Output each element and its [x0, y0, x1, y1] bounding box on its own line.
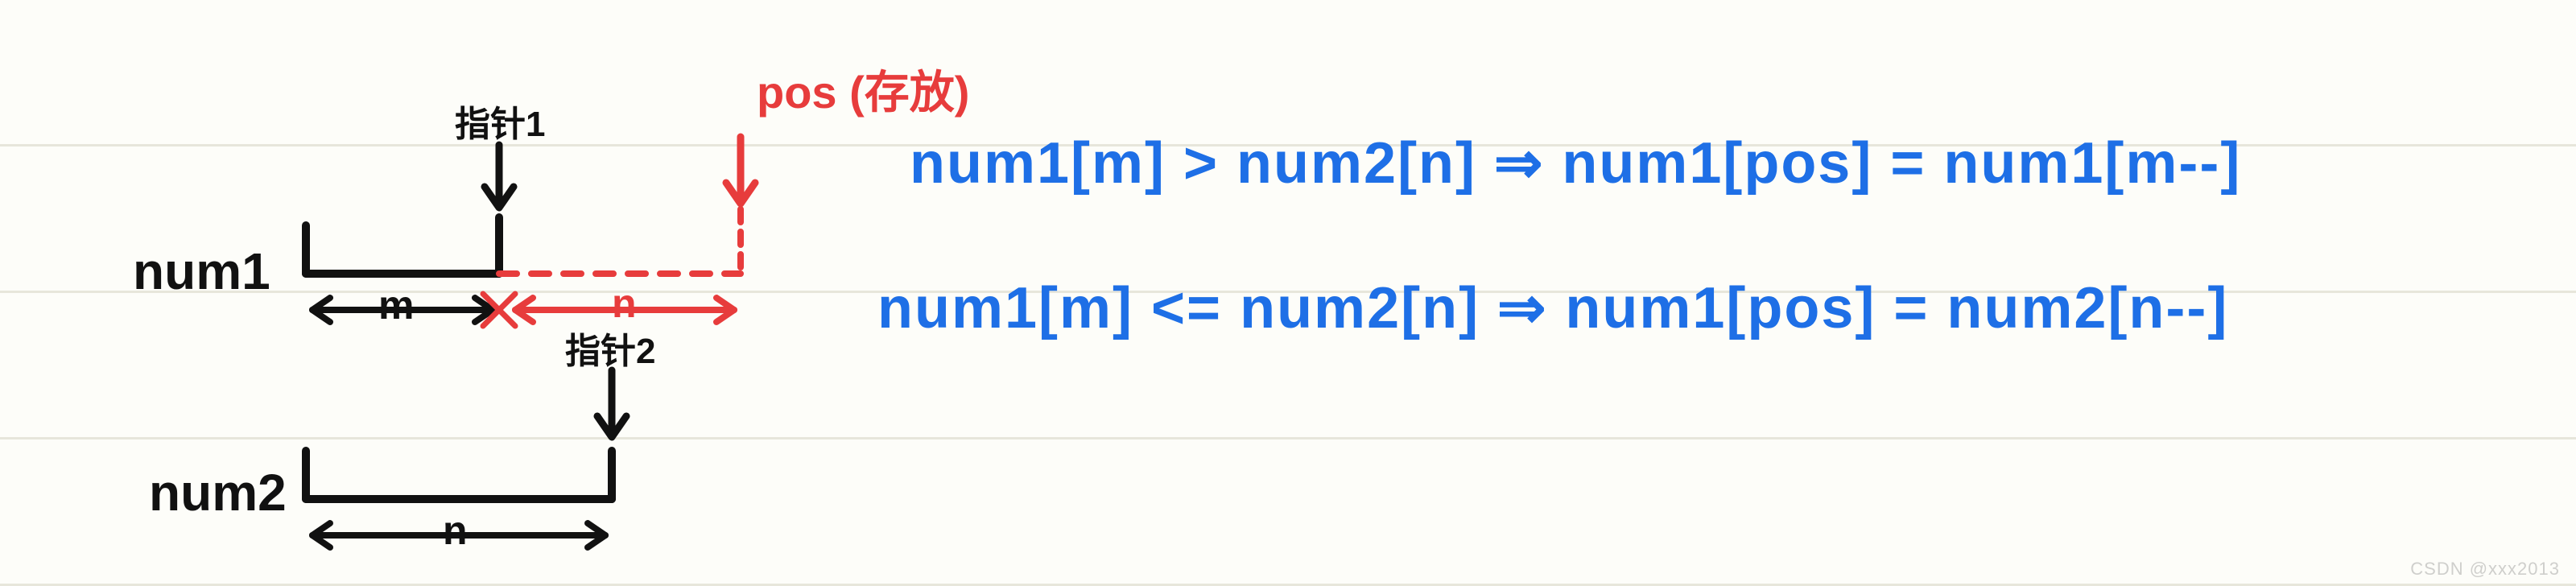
num2-label: num2 [149, 463, 287, 522]
num1-label: num1 [133, 241, 270, 301]
pos-label: pos (存放) [757, 56, 969, 122]
watermark: CSDN @xxx2013 [2410, 559, 2560, 580]
n-label-top: n [612, 280, 637, 327]
formula-2: num1[m] <= num2[n] ⇒ num1[pos] = num2[n-… [877, 274, 2228, 341]
m-label: m [378, 282, 414, 328]
notebook-page: num1 num2 指针1 指针2 pos (存放) m n n num1[m]… [0, 0, 2576, 586]
ptr1-label: 指针1 [455, 95, 545, 146]
n-label-bottom: n [443, 507, 468, 554]
formula-1: num1[m] > num2[n] ⇒ num1[pos] = num1[m--… [910, 129, 2241, 196]
ptr2-label: 指针2 [565, 322, 655, 373]
